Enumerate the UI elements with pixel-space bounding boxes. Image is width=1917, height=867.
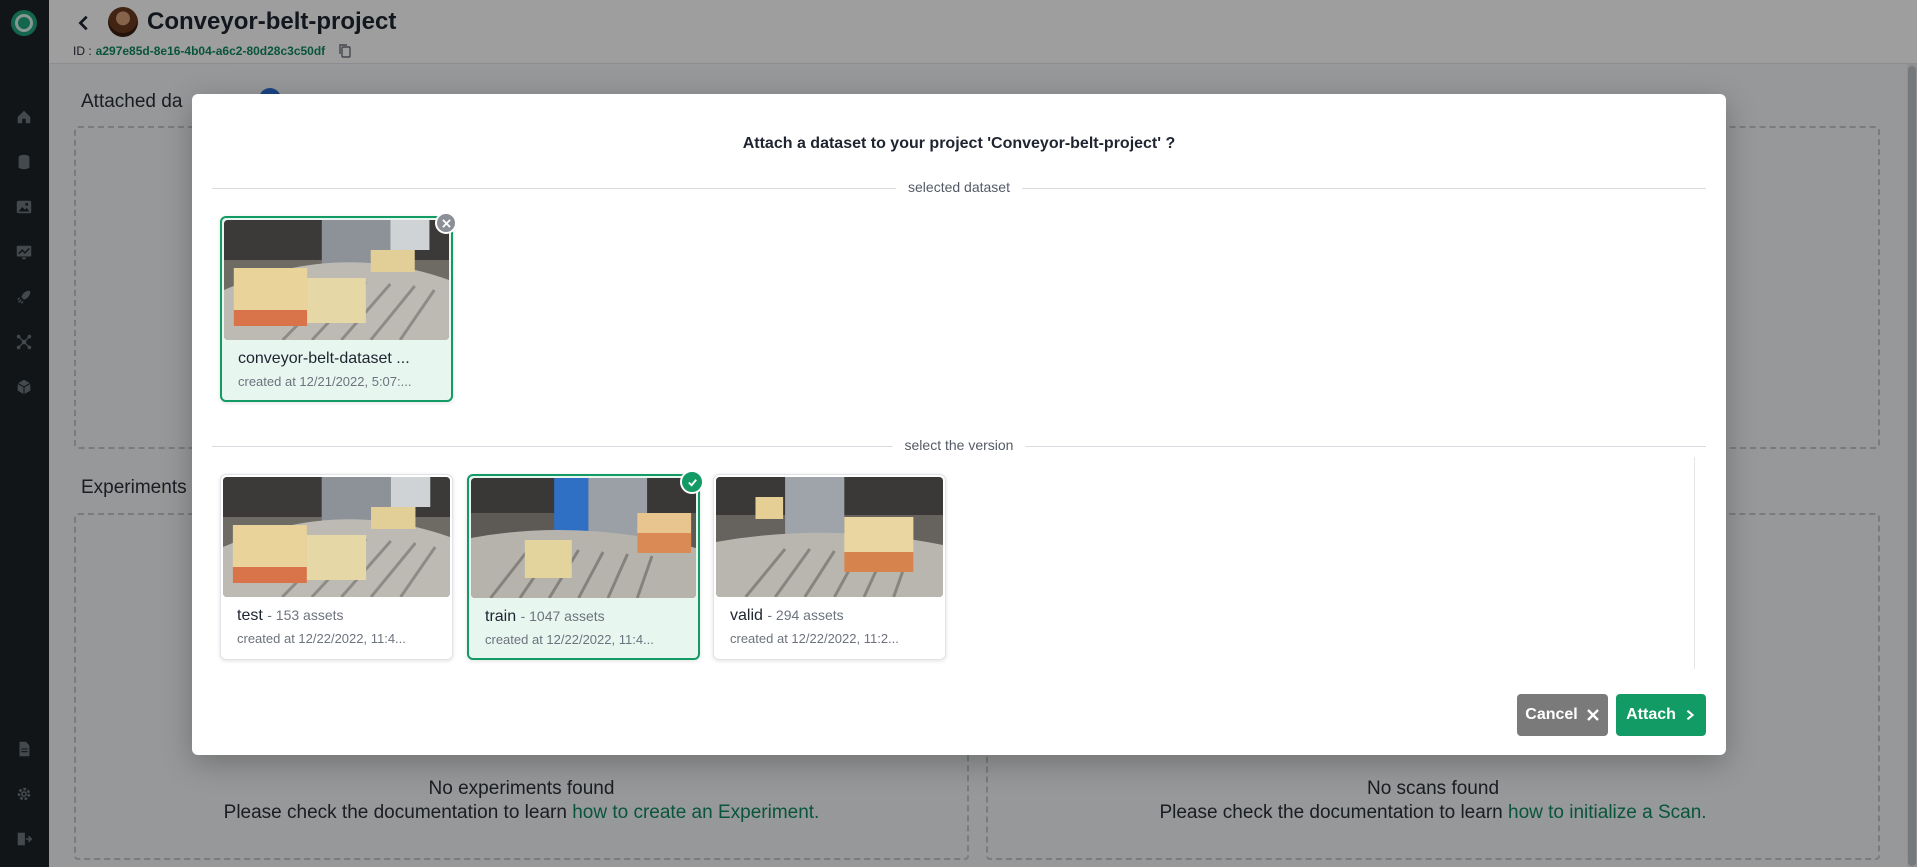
version-divider: select the version <box>212 437 1706 453</box>
dataset-thumbnail <box>224 220 449 340</box>
selected-check-icon <box>680 470 704 494</box>
version-card-valid[interactable]: valid - 294 assets created at 12/22/2022… <box>713 474 946 660</box>
version-name: train - 1047 assets <box>485 608 605 625</box>
version-name: test - 153 assets <box>237 607 344 624</box>
selected-dataset-label: selected dataset <box>896 179 1022 195</box>
version-card-train[interactable]: train - 1047 assets created at 12/22/202… <box>467 470 704 660</box>
version-thumbnail <box>716 477 943 597</box>
chevron-right-icon <box>1686 709 1695 721</box>
version-card-test[interactable]: test - 153 assets created at 12/22/2022,… <box>220 474 453 660</box>
select-version-label: select the version <box>892 437 1026 453</box>
attach-dataset-modal: Attach a dataset to your project 'Convey… <box>192 94 1726 755</box>
version-name: valid - 294 assets <box>730 607 844 624</box>
attach-label: Attach <box>1626 706 1676 723</box>
close-icon <box>441 218 451 228</box>
selected-dataset-divider: selected dataset <box>212 179 1706 195</box>
cancel-button[interactable]: Cancel <box>1517 694 1608 736</box>
attach-button[interactable]: Attach <box>1616 694 1706 736</box>
version-asset-count: - 294 assets <box>767 607 844 623</box>
dataset-name: conveyor-belt-dataset ... <box>238 350 410 367</box>
version-thumbnail <box>223 477 450 597</box>
version-list-scrollbar[interactable] <box>1694 457 1706 669</box>
version-asset-count: - 153 assets <box>267 607 344 623</box>
version-thumbnail <box>471 478 696 598</box>
close-icon <box>1586 709 1599 721</box>
cancel-label: Cancel <box>1525 706 1578 723</box>
version-date: created at 12/22/2022, 11:2... <box>730 631 899 646</box>
version-asset-count: - 1047 assets <box>520 608 605 624</box>
version-date: created at 12/22/2022, 11:4... <box>237 631 406 646</box>
dataset-date: created at 12/21/2022, 5:07:... <box>238 374 412 389</box>
selected-dataset-card[interactable]: conveyor-belt-dataset ... created at 12/… <box>220 212 457 402</box>
modal-title: Attach a dataset to your project 'Convey… <box>742 135 1176 152</box>
remove-dataset-button[interactable] <box>435 212 457 234</box>
version-date: created at 12/22/2022, 11:4... <box>485 632 654 647</box>
